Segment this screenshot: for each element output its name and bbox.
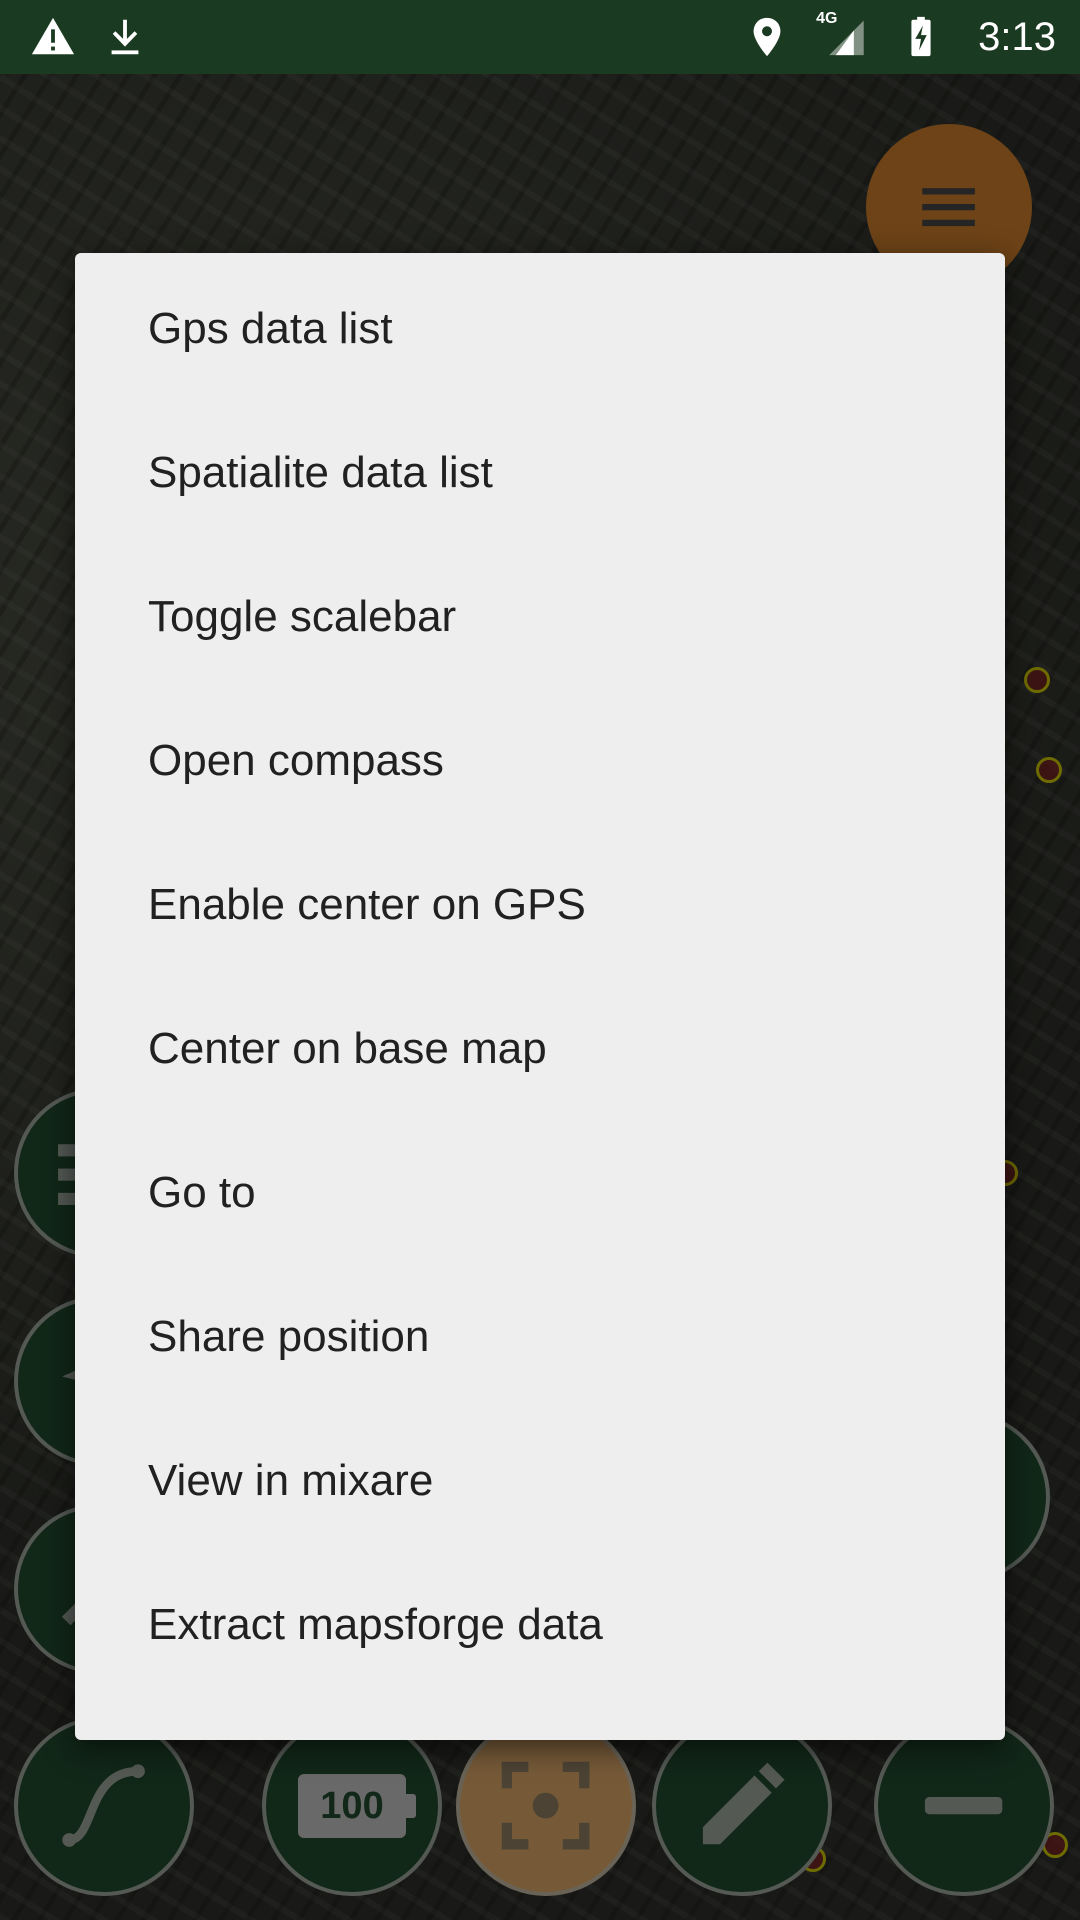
signal-4g-icon: 4G — [816, 10, 872, 60]
options-menu-dialog: Gps data list Spatialite data list Toggl… — [75, 253, 1005, 1740]
menu-item-open-compass[interactable]: Open compass — [75, 689, 1005, 833]
menu-item-enable-center-on-gps[interactable]: Enable center on GPS — [75, 833, 1005, 977]
menu-item-spatialite-data-list[interactable]: Spatialite data list — [75, 401, 1005, 545]
menu-item-go-to[interactable]: Go to — [75, 1121, 1005, 1265]
status-bar-left — [30, 14, 148, 60]
menu-item-view-in-mixare[interactable]: View in mixare — [75, 1409, 1005, 1553]
menu-item-center-on-base-map[interactable]: Center on base map — [75, 977, 1005, 1121]
menu-item-share-position[interactable]: Share position — [75, 1265, 1005, 1409]
warning-icon — [30, 14, 76, 60]
location-pin-icon — [744, 14, 790, 60]
menu-item-extract-mapsforge-data[interactable]: Extract mapsforge data — [75, 1553, 1005, 1697]
status-time: 3:13 — [978, 14, 1056, 59]
status-bar-right: 4G 3:13 — [744, 10, 1056, 60]
battery-charging-icon — [898, 14, 944, 60]
status-bar: 4G 3:13 — [0, 0, 1080, 74]
menu-item-gps-data-list[interactable]: Gps data list — [75, 257, 1005, 401]
menu-item-toggle-scalebar[interactable]: Toggle scalebar — [75, 545, 1005, 689]
download-icon — [102, 14, 148, 60]
network-type-label: 4G — [816, 10, 838, 27]
